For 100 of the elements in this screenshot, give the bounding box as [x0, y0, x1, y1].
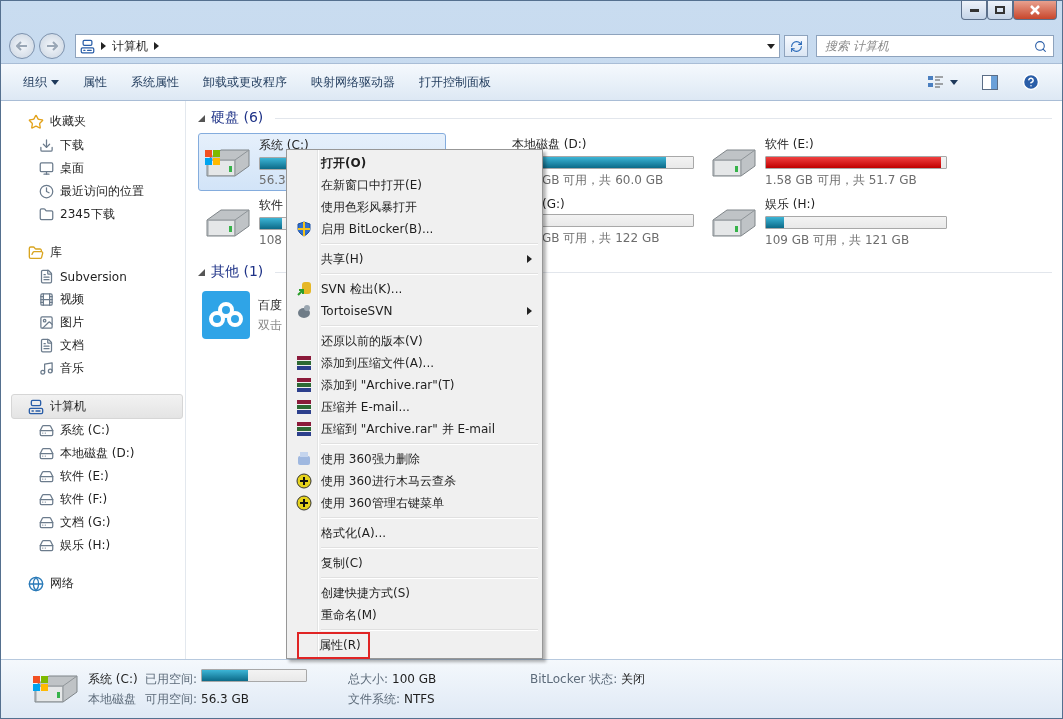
- caret-icon: [101, 42, 106, 50]
- submenu-arrow-icon: [527, 255, 532, 263]
- search-field[interactable]: 搜索 计算机: [816, 35, 1054, 57]
- field-value: 关闭: [621, 670, 646, 688]
- app-hint: 双击: [258, 316, 282, 334]
- sidebar-item[interactable]: 音乐: [1, 357, 185, 380]
- caret-icon: [154, 42, 159, 50]
- drive-icon: [39, 538, 54, 553]
- menu-item[interactable]: SVN 检出(K)...: [289, 278, 540, 300]
- books-icon: [296, 377, 312, 393]
- free-space-text: GB 可用，共 60.0 GB: [542, 171, 664, 189]
- image-icon: [39, 315, 54, 330]
- free-space-text: 1.58 GB 可用，共 51.7 GB: [765, 171, 917, 189]
- close-button[interactable]: [1013, 1, 1057, 20]
- drive-name: (G:): [542, 197, 565, 211]
- books-icon: [296, 355, 312, 371]
- sidebar-item[interactable]: 本地磁盘 (D:): [1, 442, 185, 465]
- menu-item[interactable]: 压缩到 "Archive.rar" 并 E-mail: [289, 418, 540, 440]
- menu-item[interactable]: 属性(R): [289, 634, 540, 656]
- computer-icon: [28, 398, 44, 415]
- help-icon: [1022, 73, 1040, 91]
- sidebar-item[interactable]: 收藏夹: [11, 109, 183, 134]
- sidebar-item[interactable]: 图片: [1, 311, 185, 334]
- document-icon: [39, 269, 54, 284]
- plus-circle-icon: [296, 473, 312, 489]
- plus-circle-icon: [296, 495, 312, 511]
- music-icon: [39, 361, 54, 376]
- free-space-text: 109 GB 可用，共 121 GB: [765, 231, 910, 249]
- monitor-icon: [39, 161, 54, 176]
- toolbar-button[interactable]: 系统属性: [121, 69, 189, 95]
- dropdown-caret-icon: [767, 43, 775, 49]
- menu-item[interactable]: TortoiseSVN: [289, 300, 540, 322]
- books-icon: [296, 421, 312, 437]
- sidebar-item[interactable]: 网络: [11, 571, 183, 596]
- sidebar-item[interactable]: 计算机: [11, 394, 183, 419]
- sidebar-item[interactable]: Subversion: [1, 265, 185, 288]
- forward-button[interactable]: [39, 33, 65, 59]
- menu-item[interactable]: 压缩并 E-mail...: [289, 396, 540, 418]
- back-button[interactable]: [9, 33, 35, 59]
- free-space-value: 56.3 GB: [201, 692, 251, 706]
- menu-item[interactable]: 添加到压缩文件(A)...: [289, 352, 540, 374]
- sidebar-item[interactable]: 2345下载: [1, 203, 185, 226]
- sidebar-item[interactable]: 桌面: [1, 157, 185, 180]
- sidebar-item[interactable]: 文档 (G:): [1, 511, 185, 534]
- free-space-text: 108: [259, 233, 282, 247]
- field-value: 100 GB: [392, 672, 437, 686]
- sidebar-item[interactable]: 系统 (C:): [1, 419, 185, 442]
- toolbar-button[interactable]: 属性: [73, 69, 117, 95]
- refresh-icon: [789, 39, 803, 53]
- drive-icon: [39, 446, 54, 461]
- sidebar-item[interactable]: 软件 (E:): [1, 465, 185, 488]
- menu-item[interactable]: 使用 360管理右键菜单: [289, 492, 540, 514]
- menu-item[interactable]: 还原以前的版本(V): [289, 330, 540, 352]
- used-space-label: 已用空间:: [145, 670, 199, 688]
- toolbar-button[interactable]: 映射网络驱动器: [301, 69, 405, 95]
- sidebar-item[interactable]: 视频: [1, 288, 185, 311]
- search-icon: [1034, 39, 1047, 53]
- address-field[interactable]: 计算机: [75, 34, 780, 58]
- toolbar-button[interactable]: 打开控制面板: [409, 69, 501, 95]
- sidebar-item[interactable]: 娱乐 (H:): [1, 534, 185, 557]
- pane-icon: [982, 74, 998, 90]
- view-list-icon: [928, 75, 946, 89]
- drive-tile[interactable]: 娱乐 (H:) 109 GB 可用，共 121 GB: [704, 193, 952, 251]
- sidebar-item[interactable]: 软件 (F:): [1, 488, 185, 511]
- menu-item[interactable]: 添加到 "Archive.rar"(T): [289, 374, 540, 396]
- toolbar-button[interactable]: 卸载或更改程序: [193, 69, 297, 95]
- drive-tile[interactable]: 软件 (E:) 1.58 GB 可用，共 51.7 GB: [704, 133, 952, 191]
- field-value: NTFS: [404, 692, 435, 706]
- menu-item[interactable]: 共享(H): [289, 248, 540, 270]
- search-input[interactable]: 搜索 计算机: [823, 38, 1034, 54]
- toolbar-button[interactable]: 组织: [13, 69, 69, 95]
- maximize-button[interactable]: [987, 1, 1013, 20]
- folder-icon: [39, 207, 54, 222]
- sidebar-item[interactable]: 下载: [1, 134, 185, 157]
- back-arrow-icon: [16, 41, 28, 51]
- menu-item[interactable]: 复制(C): [289, 552, 540, 574]
- drive-name: 娱乐 (H:): [765, 195, 816, 213]
- books-icon: [296, 399, 312, 415]
- menu-item[interactable]: 格式化(A)...: [289, 522, 540, 544]
- menu-item[interactable]: 使用色彩风暴打开: [289, 196, 540, 218]
- forward-arrow-icon: [46, 41, 58, 51]
- maximize-icon: [995, 6, 1005, 14]
- star-icon: [28, 113, 44, 130]
- menu-item[interactable]: 使用 360进行木马云查杀: [289, 470, 540, 492]
- free-space-text: GB 可用，共 122 GB: [542, 230, 660, 247]
- drive-name: 软件: [259, 197, 283, 214]
- refresh-button[interactable]: [784, 35, 808, 57]
- menu-item[interactable]: 使用 360强力删除: [289, 448, 540, 470]
- download-icon: [39, 138, 54, 153]
- menu-item[interactable]: 启用 BitLocker(B)...: [289, 218, 540, 240]
- drive-icon: [39, 515, 54, 530]
- caret-icon: [51, 79, 59, 85]
- field-label: BitLocker 状态:: [530, 670, 618, 688]
- menu-item[interactable]: 重命名(M): [289, 604, 540, 626]
- minimize-button[interactable]: [961, 1, 987, 20]
- sidebar-item[interactable]: 库: [11, 240, 183, 265]
- globe-icon: [28, 575, 44, 592]
- sidebar-item[interactable]: 最近访问的位置: [1, 180, 185, 203]
- sidebar-item[interactable]: 文档: [1, 334, 185, 357]
- menu-item[interactable]: 创建快捷方式(S): [289, 582, 540, 604]
